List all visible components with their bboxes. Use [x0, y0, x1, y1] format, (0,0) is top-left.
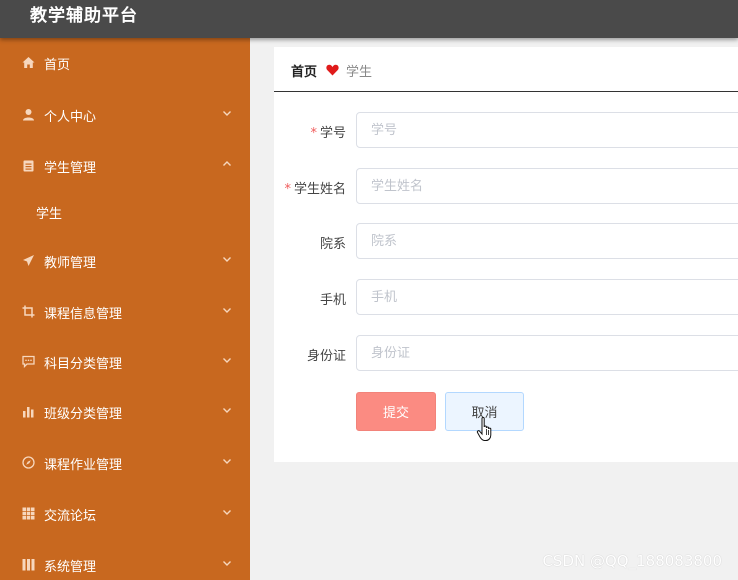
sidebar-subitem-label: 学生 [36, 207, 63, 222]
chevron-down-icon [223, 257, 231, 262]
submit-button[interactable]: 提交 [356, 392, 436, 431]
sidebar-item-system-management[interactable]: 系统管理 [0, 547, 250, 580]
crop-icon [22, 305, 35, 318]
sidebar-item-student-management[interactable]: 学生管理 [0, 148, 250, 184]
sidebar-item-label: 课程信息管理 [44, 307, 123, 322]
sidebar-item-label: 交流论坛 [44, 509, 97, 524]
student-id-input[interactable] [356, 112, 738, 148]
phone-label: 手机 [319, 293, 346, 308]
sidebar-item-subject-category-management[interactable]: 科目分类管理 [0, 344, 250, 380]
chevron-down-icon [223, 459, 231, 464]
chevron-down-icon [223, 308, 231, 313]
sidebar-item-course-assignment-management[interactable]: 课程作业管理 [0, 445, 250, 481]
sidebar-item-label: 首页 [44, 58, 71, 73]
chevron-down-icon [223, 358, 231, 363]
hand-cursor-icon [476, 417, 492, 441]
clipboard-icon [22, 159, 35, 172]
breadcrumb: 首页 学生 [274, 47, 738, 92]
heart-icon [326, 64, 339, 76]
sidebar-item-class-category-management[interactable]: 班级分类管理 [0, 394, 250, 430]
sidebar-item-home[interactable]: 首页 [0, 45, 250, 81]
student-name-label: * 学生姓名 [284, 182, 346, 197]
sidebar-item-label: 课程作业管理 [44, 458, 123, 473]
home-icon [22, 56, 35, 69]
top-bar: 教学辅助平台 [0, 0, 738, 38]
user-icon [22, 108, 35, 121]
id-card-label: 身份证 [306, 349, 346, 364]
breadcrumb-current: 学生 [346, 65, 373, 80]
required-mark: * [310, 126, 317, 141]
bars-icon [22, 558, 35, 571]
student-id-label: * 学号 [310, 126, 346, 141]
sidebar-item-label: 教师管理 [44, 256, 97, 271]
department-input[interactable] [356, 223, 738, 259]
chevron-down-icon [223, 111, 231, 116]
required-mark: * [284, 182, 291, 197]
chevron-down-icon [223, 408, 231, 413]
sidebar-item-personal-center[interactable]: 个人中心 [0, 97, 250, 133]
sidebar-item-label: 学生管理 [44, 161, 97, 176]
student-name-input[interactable] [356, 168, 738, 204]
chevron-down-icon [223, 510, 231, 515]
department-label: 院系 [319, 237, 346, 252]
id-card-input[interactable] [356, 335, 738, 371]
sidebar-subitem-student[interactable]: 学生 [0, 196, 250, 228]
sidebar-item-label: 个人中心 [44, 110, 97, 125]
sidebar-item-label: 科目分类管理 [44, 357, 123, 372]
sidebar-item-course-info-management[interactable]: 课程信息管理 [0, 294, 250, 330]
message-icon [22, 355, 35, 368]
bar-chart-icon [22, 405, 35, 418]
watermark: CSDN @QQ_188083800 [542, 552, 722, 570]
form-panel: 首页 学生 *学号 *学生姓名 院系 手机 身份证 提交 取消 [274, 47, 738, 462]
sidebar-item-forum[interactable]: 交流论坛 [0, 496, 250, 532]
sidebar: 首页 个人中心 学生管理 学生 教师管理 课程信息管理 科目分类管理 班级分类管… [0, 38, 250, 580]
chevron-down-icon [223, 561, 231, 566]
compass-icon [22, 456, 35, 469]
breadcrumb-home[interactable]: 首页 [291, 61, 317, 80]
send-icon [22, 254, 35, 267]
grid-icon [22, 507, 35, 520]
phone-input[interactable] [356, 279, 738, 315]
sidebar-item-label: 班级分类管理 [44, 407, 123, 422]
sidebar-item-teacher-management[interactable]: 教师管理 [0, 243, 250, 279]
app-title: 教学辅助平台 [30, 6, 138, 26]
chevron-up-icon [223, 161, 231, 166]
sidebar-item-label: 系统管理 [44, 560, 97, 575]
